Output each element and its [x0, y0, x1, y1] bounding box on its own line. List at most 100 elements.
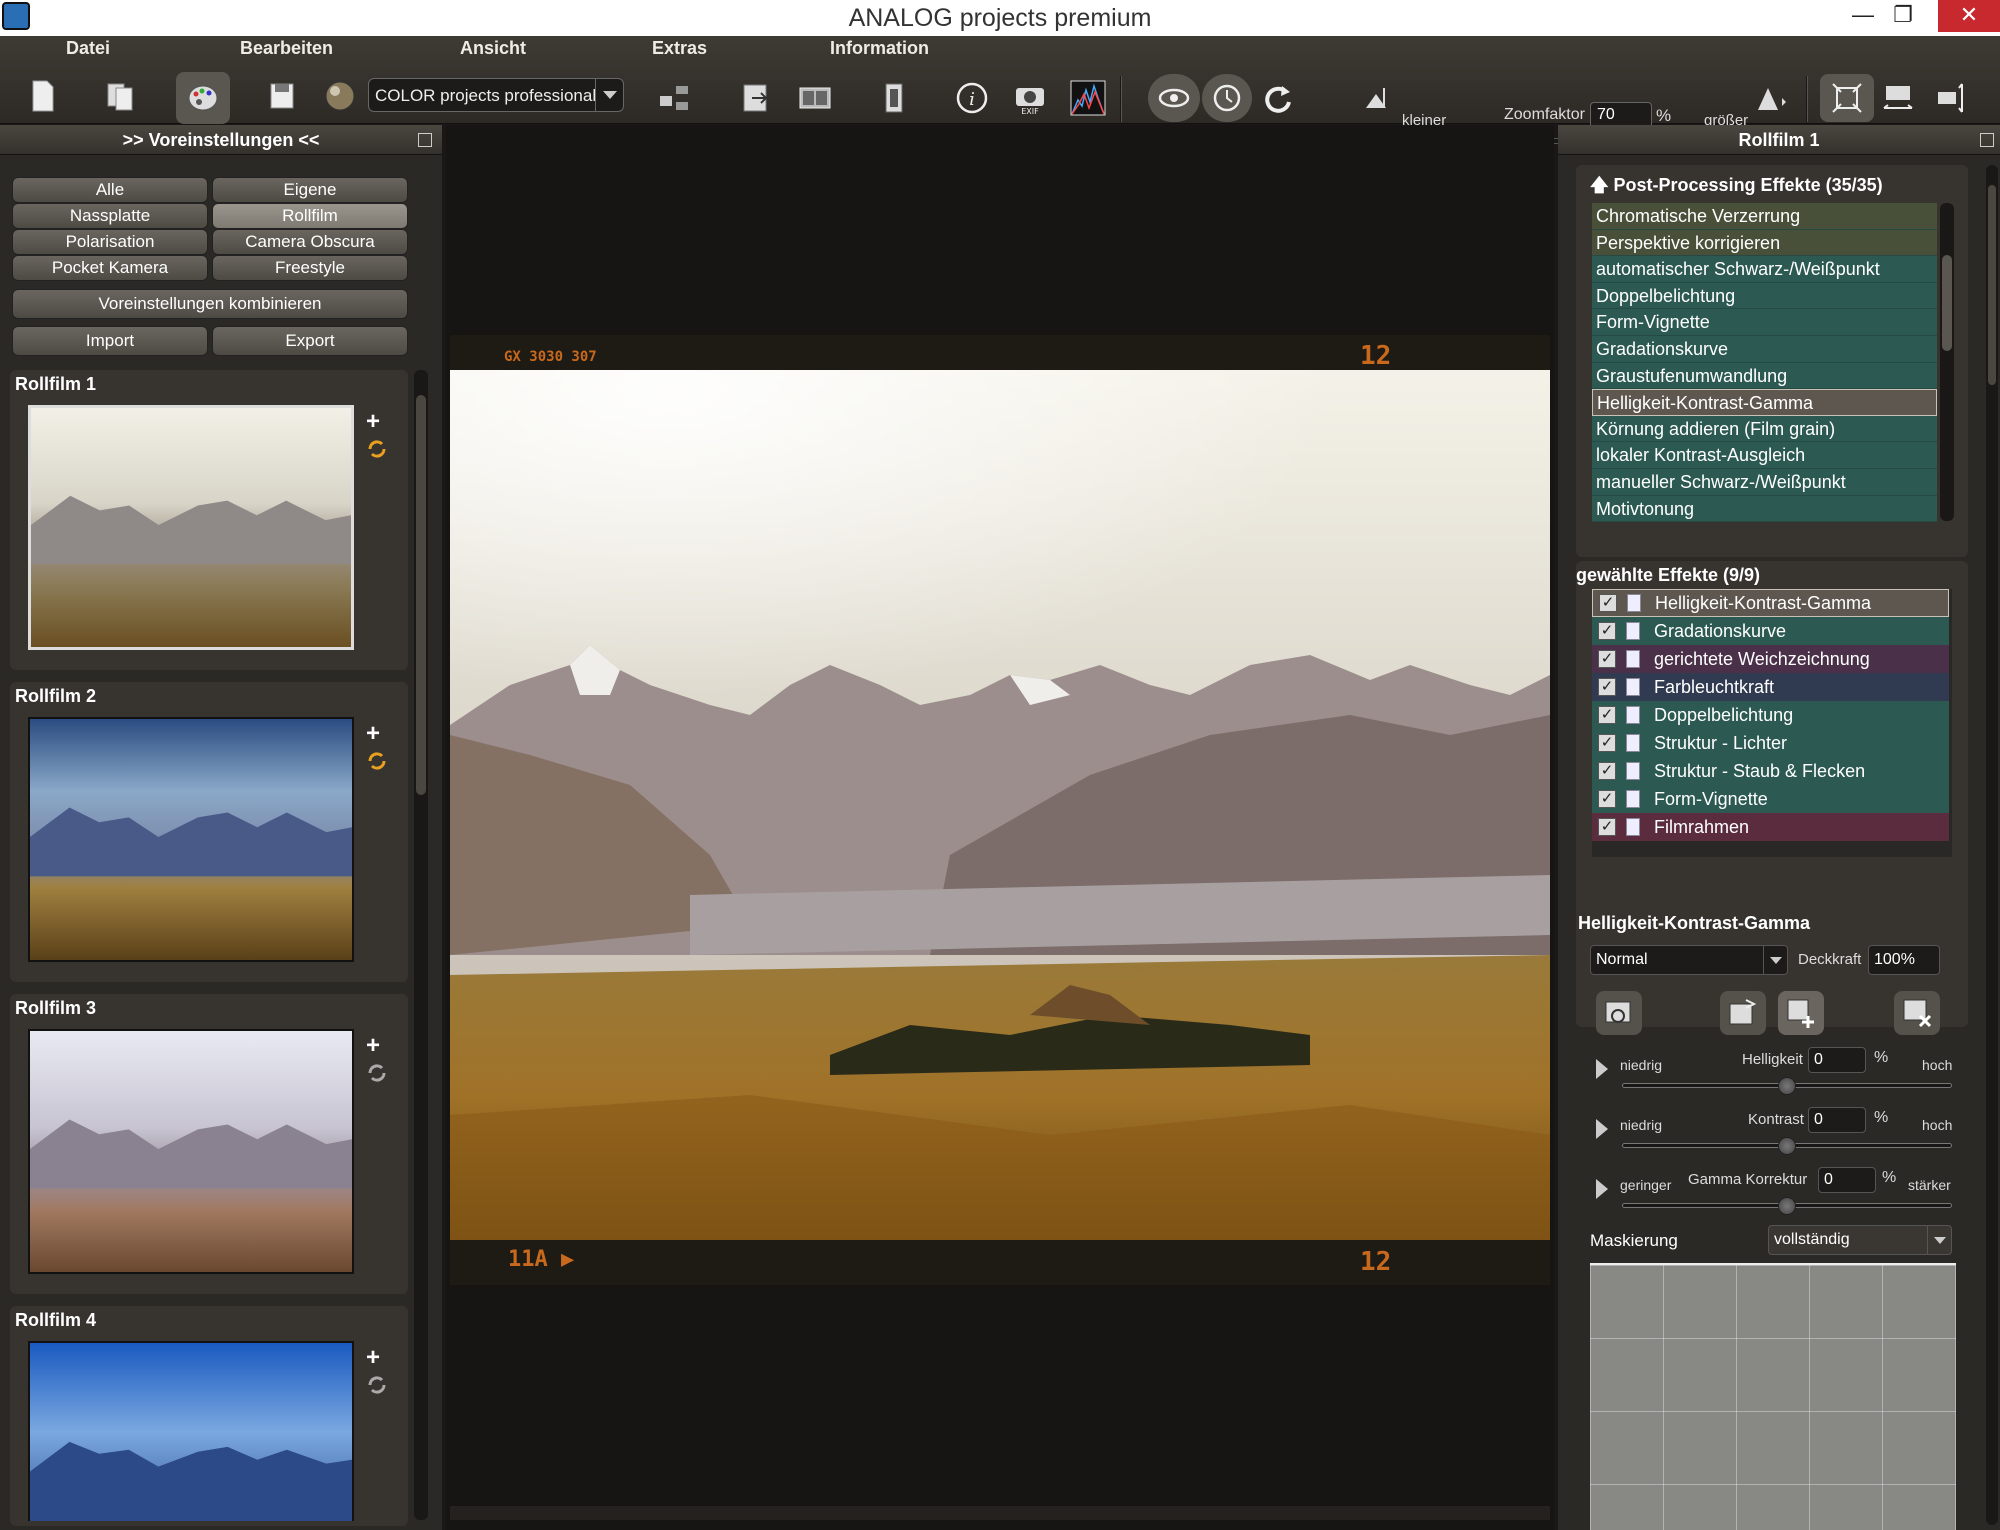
contrast-input[interactable]: 0: [1808, 1107, 1866, 1133]
checkbox[interactable]: ✓: [1598, 650, 1616, 668]
redo-icon[interactable]: [1256, 76, 1300, 120]
add-preset-icon[interactable]: +: [366, 1344, 380, 1372]
filter-pocket-kamera[interactable]: Pocket Kamera: [12, 255, 208, 281]
undock-icon[interactable]: [418, 133, 432, 147]
selected-effect-row[interactable]: ✓ gerichtete Weichzeichnung: [1592, 645, 1949, 673]
effect-item[interactable]: manueller Schwarz-/Weißpunkt: [1592, 468, 1937, 496]
palette-icon[interactable]: [176, 72, 230, 124]
remove-effect-icon[interactable]: [1894, 991, 1940, 1035]
checkbox[interactable]: ✓: [1598, 762, 1616, 780]
presets-scrollbar-thumb[interactable]: [416, 395, 426, 795]
refresh-icon[interactable]: [366, 750, 388, 778]
preset-card[interactable]: Rollfilm 3 +: [10, 994, 408, 1294]
preview-effect-icon[interactable]: [1596, 991, 1642, 1035]
effect-item-selected[interactable]: Helligkeit-Kontrast-Gamma: [1592, 389, 1937, 416]
undock-icon[interactable]: [1980, 133, 1994, 147]
eye-icon[interactable]: [1148, 74, 1200, 122]
canvas-horizontal-scrollbar[interactable]: [450, 1506, 1550, 1520]
preset-card[interactable]: Rollfilm 4 +: [10, 1306, 408, 1526]
expand-arrow-icon[interactable]: [1596, 1059, 1608, 1079]
effect-item[interactable]: Motivtonung: [1592, 495, 1937, 523]
preset-card[interactable]: Rollfilm 2 +: [10, 682, 408, 982]
effect-item[interactable]: Doppelbelichtung: [1592, 282, 1937, 310]
open-file-icon[interactable]: [98, 74, 142, 118]
selected-effect-row[interactable]: ✓ Doppelbelichtung: [1592, 701, 1949, 729]
contrast-slider-knob[interactable]: [1778, 1137, 1796, 1155]
fit-icon[interactable]: [1820, 74, 1874, 122]
selected-effect-row[interactable]: ✓ Struktur - Staub & Flecken: [1592, 757, 1949, 785]
filter-nassplatte[interactable]: Nassplatte: [12, 203, 208, 229]
chevron-down-icon[interactable]: [1763, 946, 1787, 974]
preset-thumbnail[interactable]: [28, 1341, 354, 1521]
compare-icon[interactable]: [792, 76, 838, 120]
checkbox[interactable]: ✓: [1598, 818, 1616, 836]
add-effect-icon[interactable]: [1778, 991, 1824, 1035]
add-preset-icon[interactable]: +: [366, 408, 380, 436]
brightness-slider-knob[interactable]: [1778, 1077, 1796, 1095]
checkbox[interactable]: ✓: [1598, 734, 1616, 752]
close-button[interactable]: ✕: [1938, 0, 2000, 32]
refresh-icon[interactable]: [366, 1062, 388, 1090]
checkbox[interactable]: ✓: [1598, 622, 1616, 640]
menu-ansicht[interactable]: Ansicht: [460, 38, 526, 59]
preset-thumbnail[interactable]: [28, 717, 354, 962]
effects-panel-scrollbar-thumb[interactable]: [1988, 185, 1996, 385]
zoom-smaller-icon[interactable]: [1354, 76, 1398, 120]
new-file-icon[interactable]: [20, 74, 64, 118]
effect-item[interactable]: lokaler Kontrast-Ausgleich: [1592, 442, 1937, 469]
selected-effect-row[interactable]: ✓ Filmrahmen: [1592, 813, 1949, 841]
filter-freestyle[interactable]: Freestyle: [212, 255, 408, 281]
add-preset-icon[interactable]: +: [366, 720, 380, 748]
preset-thumbnail[interactable]: [28, 1029, 354, 1274]
chevron-down-icon[interactable]: [595, 79, 623, 111]
copy-effect-icon[interactable]: [1720, 991, 1766, 1035]
effects-list-scrollbar-thumb[interactable]: [1942, 255, 1952, 351]
save-icon[interactable]: [260, 74, 304, 118]
filter-camera-obscura[interactable]: Camera Obscura: [212, 229, 408, 255]
checkbox[interactable]: ✓: [1598, 706, 1616, 724]
chevron-down-icon[interactable]: [1927, 1226, 1951, 1254]
preset-select[interactable]: COLOR projects professional: [368, 78, 624, 112]
effect-item[interactable]: Körnung addieren (Film grain): [1592, 415, 1937, 443]
import-button[interactable]: Import: [12, 326, 208, 356]
fit-height-icon[interactable]: [1930, 76, 1974, 120]
effect-item[interactable]: Form-Vignette: [1592, 309, 1937, 336]
zoom-bigger-icon[interactable]: [1748, 76, 1792, 120]
export-button[interactable]: Export: [212, 326, 408, 356]
gamma-slider-knob[interactable]: [1778, 1197, 1796, 1215]
menu-bearbeiten[interactable]: Bearbeiten: [240, 38, 333, 59]
effect-item[interactable]: Graustufenumwandlung: [1592, 362, 1937, 390]
histogram-icon[interactable]: [1062, 74, 1114, 122]
filter-alle[interactable]: Alle: [12, 177, 208, 203]
selected-effect-row[interactable]: ✓ Farbleuchtkraft: [1592, 673, 1949, 701]
history-icon[interactable]: [1202, 74, 1252, 122]
effect-item[interactable]: Chromatische Verzerrung: [1592, 203, 1937, 230]
refresh-icon[interactable]: [366, 438, 388, 466]
brightness-input[interactable]: 0: [1808, 1047, 1866, 1073]
globe-icon[interactable]: [318, 74, 362, 118]
film-strip-icon[interactable]: [872, 76, 916, 120]
menu-datei[interactable]: Datei: [66, 38, 110, 59]
expand-arrow-icon[interactable]: [1596, 1119, 1608, 1139]
effect-item[interactable]: automatischer Schwarz-/Weißpunkt: [1592, 256, 1937, 283]
selected-effect-row[interactable]: ✓ Form-Vignette: [1592, 785, 1949, 813]
preset-card[interactable]: Rollfilm 1 +: [10, 370, 408, 670]
effect-item[interactable]: Perspektive korrigieren: [1592, 229, 1937, 257]
filter-polarisation[interactable]: Polarisation: [12, 229, 208, 255]
gamma-input[interactable]: 0: [1818, 1167, 1876, 1193]
restore-button[interactable]: ❐: [1880, 0, 1926, 32]
exif-icon[interactable]: EXIF: [1008, 76, 1052, 120]
add-preset-icon[interactable]: +: [366, 1032, 380, 1060]
resize-icon[interactable]: [652, 76, 696, 120]
export-icon[interactable]: [734, 76, 778, 120]
expand-arrow-icon[interactable]: [1596, 1179, 1608, 1199]
checkbox[interactable]: ✓: [1598, 678, 1616, 696]
mask-canvas[interactable]: [1590, 1263, 1956, 1530]
post-processing-header[interactable]: 🡅 Post-Processing Effekte (35/35): [1590, 173, 1883, 203]
checkbox[interactable]: ✓: [1599, 594, 1617, 612]
selected-effect-row[interactable]: ✓ Gradationskurve: [1592, 617, 1949, 645]
preset-thumbnail[interactable]: [28, 405, 354, 650]
info-icon[interactable]: i: [950, 76, 994, 120]
combine-presets-button[interactable]: Voreinstellungen kombinieren: [12, 289, 408, 319]
selected-effect-row[interactable]: ✓ Struktur - Lichter: [1592, 729, 1949, 757]
